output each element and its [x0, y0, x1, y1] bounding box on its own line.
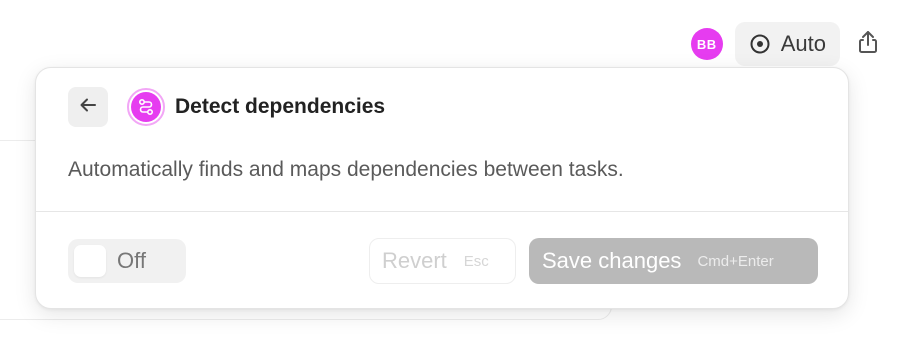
revert-button[interactable]: Revert Esc — [369, 238, 516, 284]
radio-target-icon — [749, 33, 771, 55]
avatar[interactable]: BB — [690, 28, 723, 60]
share-icon — [856, 29, 880, 60]
auto-mode-label: Auto — [780, 31, 826, 56]
back-button[interactable] — [68, 87, 108, 127]
revert-label: Revert — [382, 248, 447, 273]
top-toolbar: BB Auto — [690, 22, 888, 66]
save-changes-label: Save changes — [542, 248, 682, 273]
feature-toggle[interactable]: Off — [68, 239, 186, 283]
save-changes-button[interactable]: Save changes Cmd+Enter — [529, 238, 818, 284]
auto-mode-button[interactable]: Auto — [734, 22, 840, 66]
feature-settings-popover: Detect dependencies Automatically finds … — [35, 67, 849, 309]
arrow-left-icon — [78, 95, 98, 120]
dependency-path-icon — [127, 88, 165, 126]
save-changes-shortcut: Cmd+Enter — [697, 252, 774, 270]
toggle-knob — [74, 245, 106, 277]
popover-title: Detect dependencies — [175, 95, 386, 118]
share-button[interactable] — [848, 22, 888, 66]
revert-shortcut: Esc — [463, 252, 489, 270]
popover-description: Automatically finds and maps dependencie… — [68, 158, 624, 181]
toggle-label: Off — [117, 248, 146, 273]
popover-header: Detect dependencies — [68, 87, 385, 127]
popover-divider — [36, 211, 848, 212]
